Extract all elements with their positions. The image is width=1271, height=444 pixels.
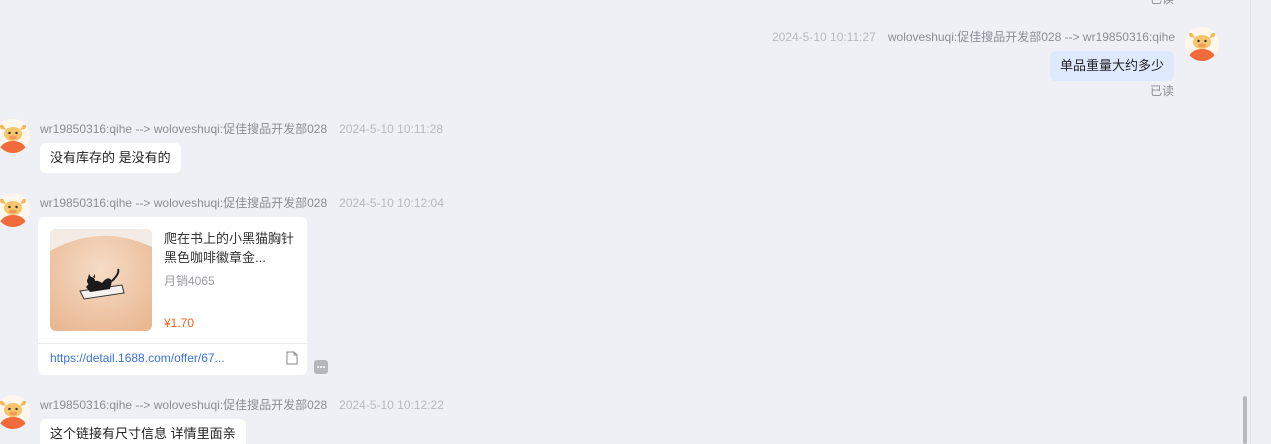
product-card[interactable]: 爬在书上的小黑猫胸针黑色咖啡徽章金... 月销4065 ¥1.70 https:… <box>38 217 307 375</box>
message-bubble[interactable]: 没有库存的 是没有的 <box>40 143 181 173</box>
scrollbar-thumb[interactable] <box>1243 396 1247 444</box>
message-sender: woloveshuqi:促佳搜品开发部028 --> wr19850316:qi… <box>887 30 1175 44</box>
more-icon[interactable] <box>314 360 328 374</box>
product-image[interactable] <box>50 229 152 331</box>
product-price: ¥1.70 <box>164 316 195 330</box>
read-status: 已读 <box>1150 84 1175 98</box>
product-link[interactable]: https://detail.1688.com/offer/67... <box>50 351 225 365</box>
cow-avatar-icon <box>0 395 30 429</box>
cow-avatar-icon <box>0 193 30 227</box>
card-divider <box>38 343 307 344</box>
document-icon[interactable] <box>286 351 298 365</box>
message-time: 2024-5-10 10:11:27 <box>771 30 876 44</box>
message-bubble[interactable]: 这个链接有尺寸信息 详情里面亲 <box>40 419 246 444</box>
message-sender: wr19850316:qihe --> woloveshuqi:促佳搜品开发部0… <box>40 398 328 412</box>
chat-window: 已读 2024-5-10 10:11:27 woloveshuqi:促佳搜品开发部… <box>0 0 1271 444</box>
read-status-partial: 已读 <box>1150 0 1174 7</box>
avatar[interactable] <box>0 193 30 227</box>
product-sales: 月销4065 <box>164 274 215 288</box>
avatar[interactable] <box>0 119 30 153</box>
message-meta: 2024-5-10 10:11:27 woloveshuqi:促佳搜品开发部028… <box>772 28 1175 45</box>
message-time: 2024-5-10 10:12:22 <box>339 398 444 412</box>
message-sender: wr19850316:qihe --> woloveshuqi:促佳搜品开发部0… <box>40 122 328 136</box>
cow-avatar-icon <box>1185 27 1219 61</box>
message-meta: wr19850316:qihe --> woloveshuqi:促佳搜品开发部0… <box>40 194 444 211</box>
scrollbar-divider <box>1250 0 1251 444</box>
avatar[interactable] <box>0 395 30 429</box>
message-time: 2024-5-10 10:11:28 <box>339 122 444 136</box>
product-title[interactable]: 爬在书上的小黑猫胸针黑色咖啡徽章金... <box>164 229 298 267</box>
avatar[interactable] <box>1185 27 1219 61</box>
message-time: 2024-5-10 10:12:04 <box>339 196 444 210</box>
message-sender: wr19850316:qihe --> woloveshuqi:促佳搜品开发部0… <box>40 196 328 210</box>
message-meta: wr19850316:qihe --> woloveshuqi:促佳搜品开发部0… <box>40 120 443 137</box>
cow-avatar-icon <box>0 119 30 153</box>
message-bubble[interactable]: 单品重量大约多少 <box>1049 51 1174 81</box>
message-meta: wr19850316:qihe --> woloveshuqi:促佳搜品开发部0… <box>40 396 444 413</box>
